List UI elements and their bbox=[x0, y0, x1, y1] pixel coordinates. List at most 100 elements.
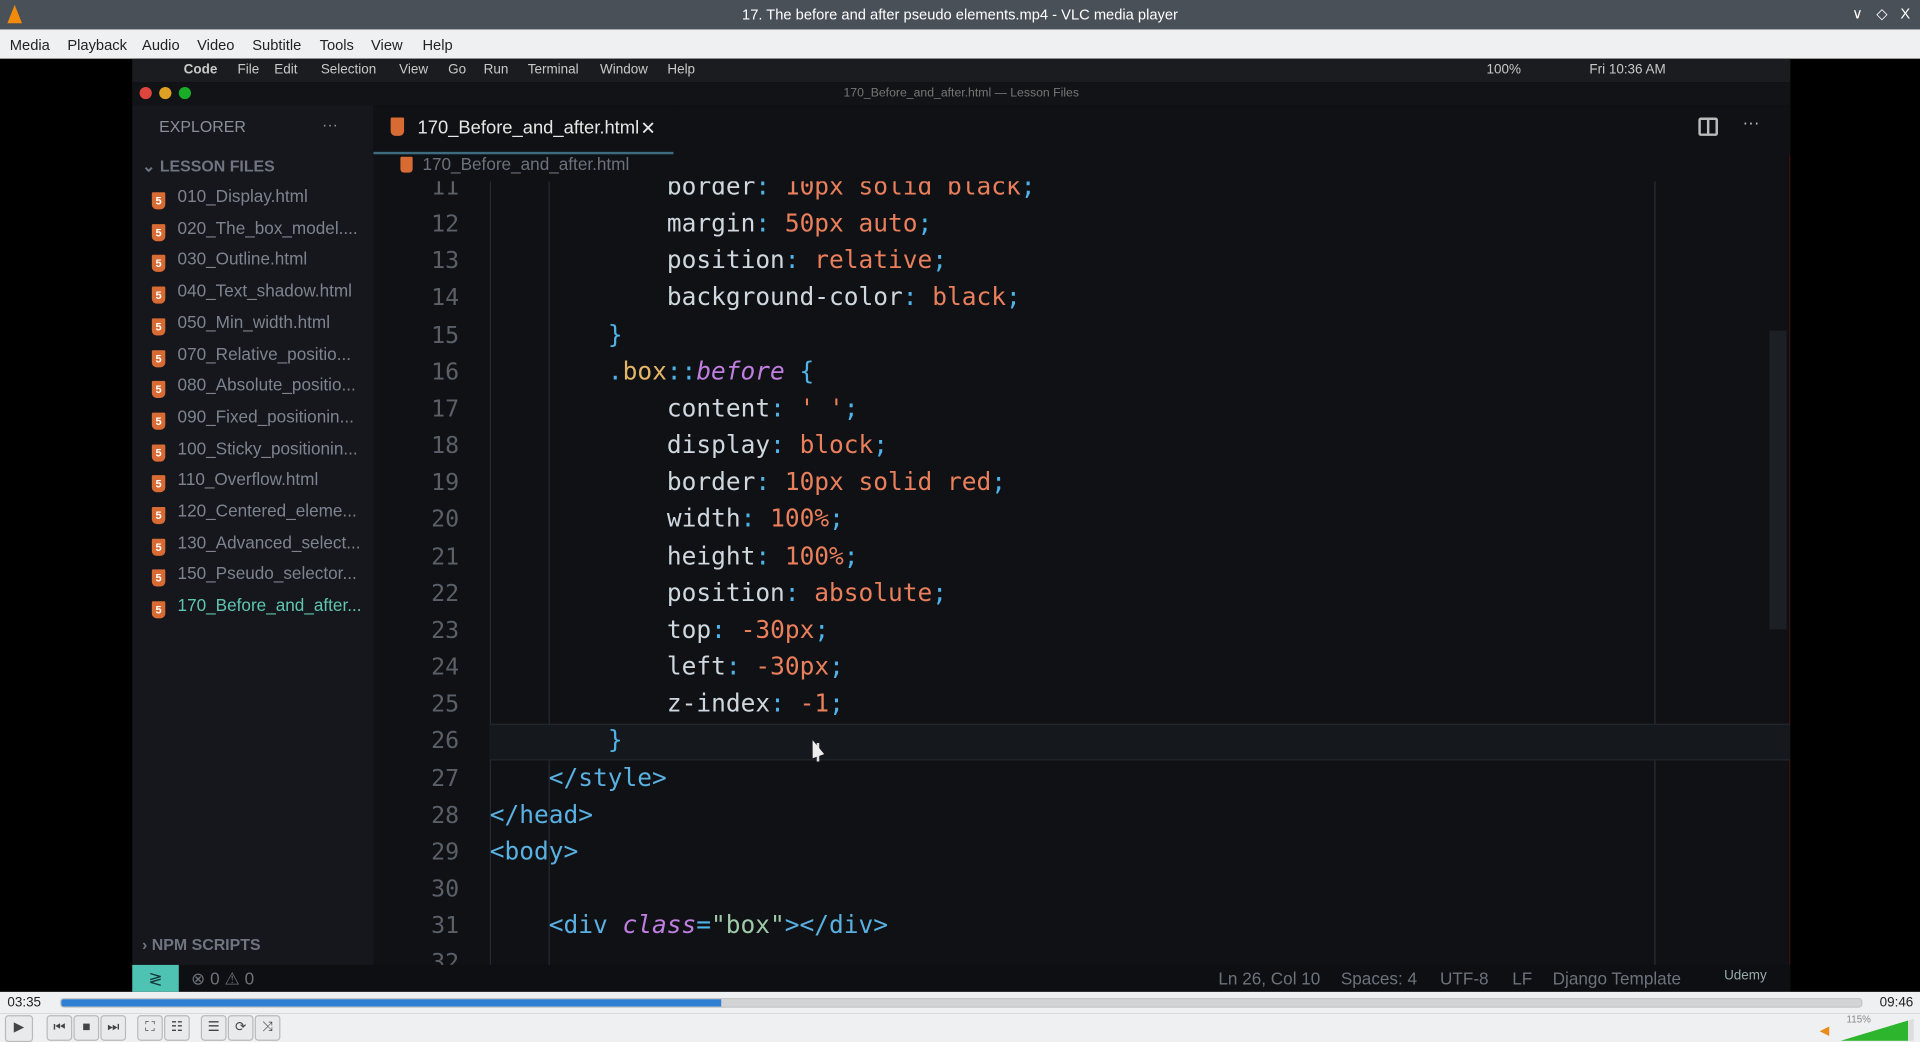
menu-bar: Media Playback Audio Video Subtitle Tools View… bbox=[0, 29, 1920, 59]
code-token: : bbox=[755, 540, 785, 571]
code-token: background-color bbox=[666, 282, 903, 312]
elapsed-time: 03:35 bbox=[7, 995, 42, 1011]
menu-audio[interactable]: Audio bbox=[142, 37, 180, 54]
line-number: 20 bbox=[431, 506, 460, 534]
code-token: = bbox=[696, 910, 712, 940]
code-token: -30px bbox=[740, 614, 815, 644]
previous-icon: ⏮ bbox=[53, 1020, 66, 1035]
tab-close-icon: ✕ bbox=[640, 118, 656, 140]
line-number: 23 bbox=[431, 617, 460, 644]
file-item[interactable]: 5 010_Display.html bbox=[151, 186, 308, 210]
loop-button[interactable]: ⟳ bbox=[227, 1015, 254, 1041]
html-file-icon: 5 bbox=[151, 349, 166, 367]
extended-settings-button[interactable]: ☷ bbox=[164, 1015, 190, 1041]
file-item[interactable]: 5 090_Fixed_positionin... bbox=[151, 406, 354, 430]
html-file-icon: 5 bbox=[151, 223, 166, 241]
file-item[interactable]: 5 130_Advanced_select... bbox=[151, 532, 361, 556]
video-area[interactable]: 100% Fri 10:36 AM Code File Edit Selection V… bbox=[0, 58, 1920, 992]
code-token: ; bbox=[873, 429, 889, 460]
file-item[interactable]: 5 170_Before_and_after... bbox=[151, 595, 362, 619]
code-token: left bbox=[666, 651, 726, 681]
line-number: 31 bbox=[431, 912, 460, 940]
next-button[interactable]: ⏭ bbox=[100, 1015, 127, 1041]
tab-label: 170_Before_and_after.html bbox=[417, 117, 640, 139]
code-token: 10px solid black bbox=[784, 181, 1021, 201]
file-item[interactable]: 5 020_The_box_model.... bbox=[151, 218, 358, 241]
file-name: 050_Min_width.html bbox=[177, 311, 331, 332]
html-file-icon: 5 bbox=[151, 255, 166, 273]
file-name: 130_Advanced_select... bbox=[177, 532, 361, 552]
code-line: z-index: -1; bbox=[667, 688, 844, 717]
code-token: : bbox=[784, 245, 815, 275]
seek-row: 03:35 09:46 bbox=[0, 991, 1920, 1014]
file-item[interactable]: 5 070_Relative_positio... bbox=[151, 343, 352, 367]
code-token: ; bbox=[843, 393, 859, 423]
stop-button[interactable]: ■ bbox=[73, 1015, 100, 1041]
html-file-icon: 5 bbox=[151, 443, 166, 462]
code-token: top bbox=[666, 614, 712, 644]
file-item[interactable]: 5 150_Pseudo_selector... bbox=[151, 564, 357, 588]
menu-tools[interactable]: Tools bbox=[320, 37, 354, 54]
code-token: ; bbox=[932, 245, 948, 275]
zoom-dot-icon bbox=[178, 86, 192, 100]
menu-video[interactable]: Video bbox=[197, 37, 234, 54]
code-token: ; bbox=[932, 577, 948, 608]
file-item[interactable]: 5 120_Centered_eleme... bbox=[151, 501, 357, 525]
code-token: position bbox=[666, 245, 785, 275]
file-item[interactable]: 5 030_Outline.html bbox=[151, 249, 307, 273]
code-token: <body> bbox=[489, 836, 579, 866]
line-number: 18 bbox=[431, 432, 460, 460]
fullscreen-button[interactable]: ⛶ bbox=[137, 1015, 163, 1041]
editor-tab-bar: 170_Before_and_after.html ✕ ··· bbox=[373, 105, 1791, 155]
html-file-icon: 5 bbox=[151, 569, 166, 588]
code-token: ; bbox=[843, 540, 859, 571]
file-item[interactable]: 5 110_Overflow.html bbox=[151, 469, 318, 493]
code-token: ; bbox=[917, 208, 933, 238]
code-token: margin bbox=[666, 208, 756, 238]
code-token: 100% bbox=[784, 540, 844, 571]
seek-progress-fill bbox=[61, 999, 722, 1007]
video-frame: 100% Fri 10:36 AM Code File Edit Selection V… bbox=[132, 58, 1791, 992]
code-token: ; bbox=[829, 688, 844, 718]
code-line: <body> bbox=[490, 836, 578, 865]
menu-media[interactable]: Media bbox=[10, 37, 50, 54]
stop-icon: ■ bbox=[82, 1020, 91, 1035]
file-item[interactable]: 5 100_Sticky_positionin... bbox=[151, 437, 358, 462]
code-token: ; bbox=[991, 466, 1006, 497]
lesson-files-section: ⌄ LESSON FILES bbox=[142, 156, 275, 176]
code-token: : bbox=[770, 393, 800, 423]
code-token: } bbox=[607, 725, 623, 755]
file-name: 100_Sticky_positionin... bbox=[177, 437, 358, 458]
random-button[interactable]: ⤨ bbox=[254, 1015, 281, 1041]
menu-playback[interactable]: Playback bbox=[67, 37, 127, 54]
speaker-icon[interactable]: ◀ bbox=[1820, 1025, 1829, 1038]
line-number: 27 bbox=[431, 764, 460, 792]
breadcrumb: 170_Before_and_after.html bbox=[373, 154, 629, 181]
code-token: <div bbox=[548, 910, 623, 940]
close-dot-icon bbox=[139, 86, 152, 100]
minimize-button[interactable]: ∨ bbox=[1848, 4, 1868, 24]
play-button[interactable]: ▶ bbox=[4, 1015, 34, 1042]
code-line: content: ' '; bbox=[667, 393, 859, 422]
menu-subtitle[interactable]: Subtitle bbox=[252, 37, 301, 54]
file-item[interactable]: 5 040_Text_shadow.html bbox=[151, 281, 352, 304]
code-token: { bbox=[784, 356, 815, 386]
file-name: 070_Relative_positio... bbox=[177, 343, 352, 364]
line-number: 13 bbox=[431, 247, 460, 275]
menu-help[interactable]: Help bbox=[422, 37, 452, 54]
file-item[interactable]: 5 050_Min_width.html bbox=[151, 311, 331, 336]
window-title: 17. The before and after pseudo elements… bbox=[742, 6, 1178, 24]
previous-button[interactable]: ⏮ bbox=[46, 1015, 73, 1041]
menu-view[interactable]: View bbox=[371, 37, 403, 54]
minimap-scrollbar[interactable] bbox=[1769, 330, 1787, 630]
eol: LF bbox=[1512, 968, 1533, 989]
code-token: black bbox=[932, 282, 1006, 312]
code-line: <div class="box"></div> bbox=[549, 910, 888, 939]
seek-slider[interactable] bbox=[60, 997, 1863, 1008]
close-button[interactable]: X bbox=[1896, 4, 1916, 24]
maximize-button[interactable]: ◇ bbox=[1872, 4, 1892, 24]
playlist-button[interactable]: ☰ bbox=[200, 1015, 227, 1041]
file-item[interactable]: 5 080_Absolute_positio... bbox=[151, 375, 356, 399]
controls-bar: ▶ ⏮ ■ ⏭ ⛶ ☷ ☰ ⟳ ⤨ ◀ 115% bbox=[0, 1013, 1920, 1042]
line-number: 24 bbox=[431, 653, 460, 681]
